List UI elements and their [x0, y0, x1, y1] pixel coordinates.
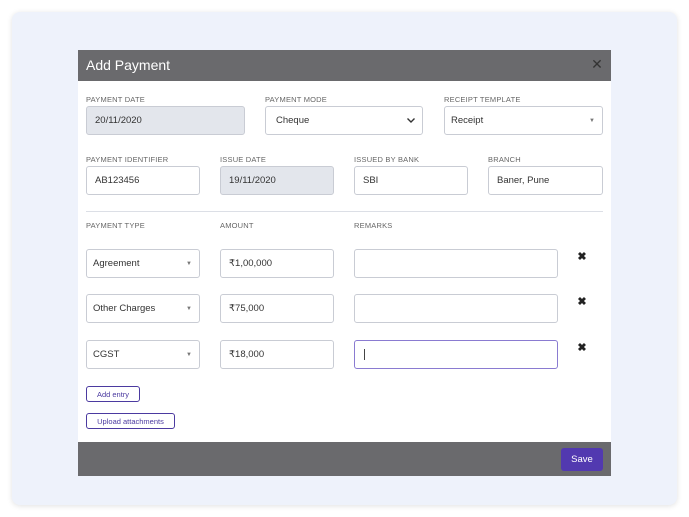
amount-value: ₹1,00,000: [229, 258, 273, 269]
modal-footer: Save: [78, 442, 611, 476]
amount-input[interactable]: ₹1,00,000: [220, 249, 334, 278]
close-icon[interactable]: ✕: [591, 57, 603, 71]
remarks-input[interactable]: [354, 294, 558, 323]
dropdown-arrow-icon: ▼: [186, 351, 192, 358]
dropdown-arrow-icon: ▼: [186, 260, 192, 267]
chevron-down-icon: [407, 117, 415, 123]
payment-mode-select[interactable]: Cheque: [265, 106, 423, 135]
text-cursor: [364, 349, 365, 360]
payment-mode-label: PAYMENT MODE: [265, 95, 327, 104]
branch-value: Baner, Pune: [497, 175, 550, 186]
issue-date-field[interactable]: 19/11/2020: [220, 166, 334, 195]
payment-type-select[interactable]: Other Charges ▼: [86, 294, 200, 323]
remarks-input[interactable]: [354, 249, 558, 278]
payment-type-value: Other Charges: [93, 303, 156, 314]
section-divider: [86, 211, 603, 212]
upload-attachments-button[interactable]: Upload attachments: [86, 413, 175, 429]
issued-by-bank-label: ISSUED BY BANK: [354, 155, 420, 164]
remove-entry-icon[interactable]: ✖: [577, 342, 587, 354]
payment-date-label: PAYMENT DATE: [86, 95, 145, 104]
dropdown-arrow-icon: ▼: [589, 117, 595, 124]
receipt-template-select[interactable]: Receipt ▼: [444, 106, 603, 135]
payment-date-field[interactable]: 20/11/2020: [86, 106, 245, 135]
modal-header: Add Payment ✕: [78, 50, 611, 81]
branch-label: BRANCH: [488, 155, 521, 164]
issue-date-label: ISSUE DATE: [220, 155, 267, 164]
payment-type-select[interactable]: CGST ▼: [86, 340, 200, 369]
dropdown-arrow-icon: ▼: [186, 305, 192, 312]
amount-input[interactable]: ₹75,000: [220, 294, 334, 323]
payment-identifier-label: PAYMENT IDENTIFIER: [86, 155, 169, 164]
receipt-template-label: RECEIPT TEMPLATE: [444, 95, 521, 104]
payment-identifier-value: AB123456: [95, 175, 140, 186]
remarks-header: REMARKS: [354, 221, 393, 230]
remove-entry-icon[interactable]: ✖: [577, 296, 587, 308]
issued-by-bank-input[interactable]: SBI: [354, 166, 468, 195]
amount-value: ₹18,000: [229, 349, 265, 360]
remarks-input[interactable]: [354, 340, 558, 369]
save-button[interactable]: Save: [561, 448, 603, 471]
branch-input[interactable]: Baner, Pune: [488, 166, 603, 195]
issued-by-bank-value: SBI: [363, 175, 379, 186]
payment-identifier-input[interactable]: AB123456: [86, 166, 200, 195]
receipt-template-value: Receipt: [451, 115, 484, 126]
issue-date-value: 19/11/2020: [229, 175, 276, 186]
payment-mode-value: Cheque: [276, 115, 310, 126]
amount-header: AMOUNT: [220, 221, 254, 230]
modal-title: Add Payment: [86, 57, 171, 73]
add-entry-button[interactable]: Add entry: [86, 386, 140, 402]
remove-entry-icon[interactable]: ✖: [577, 251, 587, 263]
payment-type-select[interactable]: Agreement ▼: [86, 249, 200, 278]
amount-input[interactable]: ₹18,000: [220, 340, 334, 369]
add-payment-modal: Add Payment ✕ PAYMENT DATE 20/11/2020 PA…: [78, 50, 611, 476]
payment-type-value: Agreement: [93, 258, 140, 269]
amount-value: ₹75,000: [229, 303, 265, 314]
payment-type-header: PAYMENT TYPE: [86, 221, 145, 230]
payment-date-value: 20/11/2020: [95, 115, 142, 126]
payment-type-value: CGST: [93, 349, 120, 360]
